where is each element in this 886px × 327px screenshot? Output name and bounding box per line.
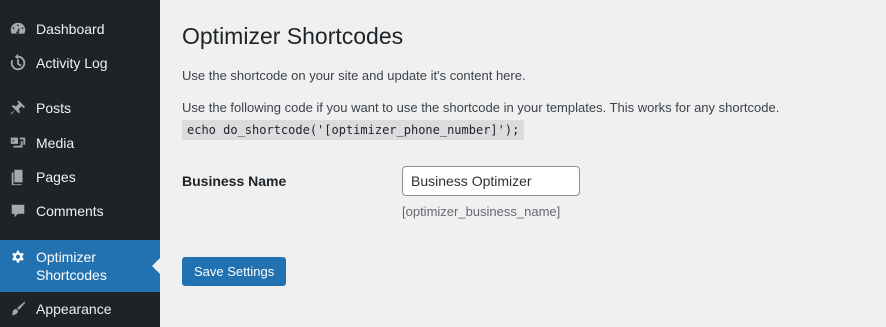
sidebar-item-label: Media [36,135,75,151]
sidebar-item-appearance[interactable]: Appearance [0,292,160,326]
sidebar-item-label: Posts [36,100,72,116]
business-name-label: Business Name [182,173,287,189]
sidebar-item-label: Optimizer Shortcodes [36,249,107,283]
sidebar-item-media[interactable]: Media [0,126,160,160]
sidebar-item-posts[interactable]: Posts [0,91,160,125]
comment-icon [8,201,28,221]
pages-icon [8,167,28,187]
history-icon [8,53,28,73]
gear-icon [8,248,28,268]
sidebar-item-activity-log[interactable]: Activity Log [0,46,160,80]
active-menu-arrow [152,258,160,274]
save-settings-button[interactable]: Save Settings [182,257,287,286]
sidebar-item-label: Pages [36,169,76,185]
code-example: echo do_shortcode('[optimizer_phone_numb… [182,120,525,140]
admin-sidebar: Dashboard Activity Log Posts Media Pages [0,0,160,327]
intro-text: Use the shortcode on your site and updat… [182,68,526,83]
sidebar-item-comments[interactable]: Comments [0,194,160,228]
pin-icon [8,98,28,118]
dashboard-icon [8,19,28,39]
brush-icon [8,299,28,319]
business-name-input[interactable] [402,166,580,196]
page-title: Optimizer Shortcodes [182,23,404,49]
sidebar-item-dashboard[interactable]: Dashboard [0,12,160,46]
sidebar-item-label: Activity Log [36,55,108,71]
sidebar-item-pages[interactable]: Pages [0,160,160,194]
media-icon [8,133,28,153]
sidebar-item-optimizer-shortcodes[interactable]: Optimizer Shortcodes [0,240,160,292]
admin-layout: Dashboard Activity Log Posts Media Pages [0,0,886,327]
business-name-shortcode: [optimizer_business_name] [402,204,561,219]
template-note: Use the following code if you want to us… [182,100,780,115]
sidebar-item-label: Dashboard [36,21,105,37]
sidebar-item-label: Comments [36,203,104,219]
settings-content: Optimizer Shortcodes Use the shortcode o… [160,0,886,327]
sidebar-item-label: Appearance [36,301,112,317]
